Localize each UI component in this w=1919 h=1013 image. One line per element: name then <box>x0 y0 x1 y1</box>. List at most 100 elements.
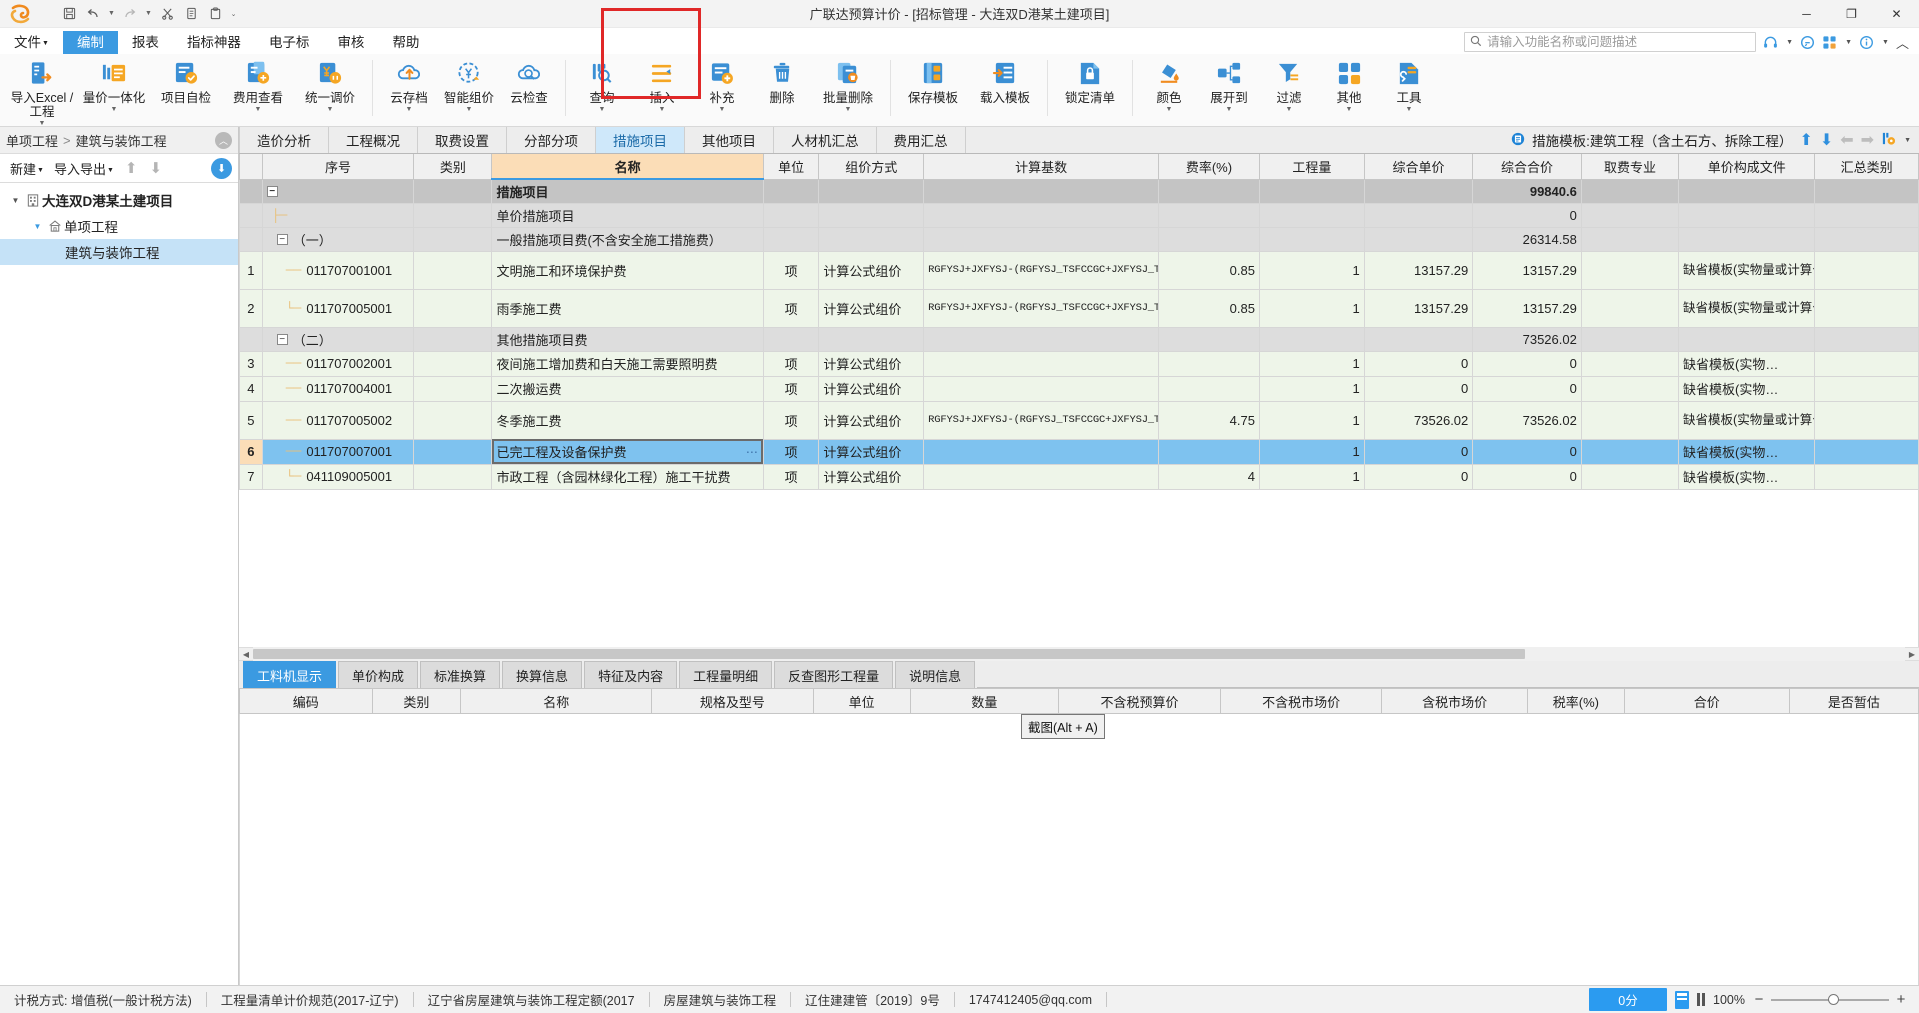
chevron-down-icon[interactable]: ▼ <box>8 196 23 205</box>
apps-icon[interactable] <box>1822 35 1837 50</box>
detail-tab-price-composition[interactable]: 单价构成 <box>338 661 419 688</box>
cell-price-file[interactable]: 缺省模板(实物… <box>1678 375 1816 402</box>
template-settings-icon[interactable] <box>1881 131 1896 149</box>
detail-col-name[interactable]: 名称 <box>460 688 653 714</box>
ribbon-load-template[interactable]: 载入模板 <box>969 54 1041 105</box>
template-move-right-icon[interactable]: ➡ <box>1861 130 1874 150</box>
cell-total-price[interactable]: 0 <box>1472 375 1582 402</box>
row-handle[interactable] <box>239 178 263 204</box>
cell-qty[interactable] <box>1258 326 1365 352</box>
cell-qty[interactable]: 1 <box>1258 463 1365 490</box>
cell-summary-cat[interactable] <box>1814 463 1919 490</box>
cell-unit[interactable]: 项 <box>762 288 820 328</box>
row-handle[interactable]: 5 <box>239 400 263 440</box>
row-handle[interactable] <box>239 226 263 252</box>
cell-price-method[interactable]: 计算公式组价 <box>818 288 925 328</box>
row-handle[interactable]: 6 <box>239 438 263 465</box>
cell-base[interactable]: RGFYSJ+JXFYSJ-(RGFYSJ_TSFCCGC+JXFYSJ_TSF… <box>923 400 1159 440</box>
chevron-down-icon[interactable]: ▼ <box>1406 106 1413 113</box>
zoom-slider-track[interactable] <box>1771 993 1889 1005</box>
cell-base[interactable]: RGFYSJ+JXFYSJ-(RGFYSJ_TSFCCGC+JXFYSJ_TSF… <box>923 250 1159 290</box>
detail-col-code[interactable]: 编码 <box>239 688 373 714</box>
pause-icon[interactable] <box>1697 993 1706 1006</box>
cell-price-method[interactable] <box>818 178 925 204</box>
cell-name[interactable]: 夜间施工增加费和白天施工需要照明费 <box>491 350 764 377</box>
row-handle[interactable]: 2 <box>239 288 263 328</box>
cell-rate[interactable]: 4.75 <box>1157 400 1260 440</box>
chevron-down-icon[interactable]: ▼ <box>719 106 726 113</box>
cell-summary-cat[interactable] <box>1814 250 1919 290</box>
ribbon-save-template[interactable]: 保存模板 <box>897 54 969 105</box>
cell-name[interactable]: 措施项目 <box>491 178 764 204</box>
cell-category[interactable] <box>413 326 493 352</box>
cell-category[interactable] <box>413 463 493 490</box>
cell-base[interactable] <box>923 375 1159 402</box>
row-handle[interactable] <box>239 326 263 352</box>
cell-unit[interactable]: 项 <box>762 350 820 377</box>
cell-fee-major[interactable] <box>1580 250 1680 290</box>
ribbon-query[interactable]: 查询 ▼ <box>572 54 632 113</box>
detail-tab-conversion-info[interactable]: 换算信息 <box>502 661 583 688</box>
chevron-down-icon[interactable]: ▼ <box>466 106 473 113</box>
chevron-down-icon[interactable]: ▼ <box>406 106 413 113</box>
ribbon-cloud-check[interactable]: 云检查 <box>499 54 559 105</box>
ribbon-batch-delete[interactable]: 批量删除 ▼ <box>812 54 884 113</box>
col-header-rate[interactable]: 费率(%) <box>1157 154 1260 180</box>
col-header-unit-price[interactable]: 综合单价 <box>1363 154 1474 180</box>
qat-more-icon[interactable]: ⌄ <box>228 3 239 25</box>
cell-fee-major[interactable] <box>1580 202 1680 228</box>
cell-seq[interactable]: ── 011707005002 <box>261 400 415 440</box>
cell-total-price[interactable]: 0 <box>1472 202 1582 228</box>
zoom-slider-knob[interactable] <box>1827 993 1839 1005</box>
cell-base[interactable] <box>923 350 1159 377</box>
cell-qty[interactable]: 1 <box>1258 350 1365 377</box>
cell-fee-major[interactable] <box>1580 375 1680 402</box>
cell-category[interactable] <box>413 438 493 465</box>
row-handle[interactable]: 1 <box>239 250 263 290</box>
cell-unit[interactable]: 项 <box>762 400 820 440</box>
cell-seq[interactable]: ── 011707007001 <box>261 438 415 465</box>
menu-item-help[interactable]: 帮助 <box>378 31 433 54</box>
detail-col-total[interactable]: 合价 <box>1623 688 1790 714</box>
cell-price-method[interactable]: 计算公式组价 <box>818 463 925 490</box>
cell-unit[interactable]: 项 <box>762 250 820 290</box>
info-icon[interactable] <box>1859 35 1874 50</box>
save-icon[interactable] <box>58 3 80 25</box>
cell-seq[interactable]: ── 011707001001 <box>261 250 415 290</box>
cell-qty[interactable] <box>1258 178 1365 204</box>
ribbon-smart-pricing[interactable]: 智能组价 ▼ <box>439 54 499 113</box>
tab-fee-summary[interactable]: 费用汇总 <box>876 127 966 153</box>
tab-cost-analysis[interactable]: 造价分析 <box>239 127 329 153</box>
cell-name[interactable]: 文明施工和环境保护费 <box>491 250 764 290</box>
cell-seq[interactable]: ── 011707002001 <box>261 350 415 377</box>
copy-icon[interactable] <box>180 3 202 25</box>
cell-category[interactable] <box>413 226 493 252</box>
cell-base[interactable] <box>923 226 1159 252</box>
cell-category[interactable] <box>413 375 493 402</box>
cell-qty[interactable]: 1 <box>1258 400 1365 440</box>
row-handle[interactable]: 7 <box>239 463 263 490</box>
menu-item-ebid[interactable]: 电子标 <box>255 31 324 54</box>
row-handle[interactable] <box>239 202 263 228</box>
zoom-in-button[interactable]: + <box>1895 991 1907 1008</box>
table-row-selected[interactable]: 6 ── 011707007001 已完工程及设备保护费 ⋯ 项 计算公式组价 … <box>239 438 1919 465</box>
cell-total-price[interactable]: 13157.29 <box>1472 250 1582 290</box>
row-handle[interactable]: 4 <box>239 375 263 402</box>
maximize-button[interactable]: ❐ <box>1829 0 1874 28</box>
cell-fee-major[interactable] <box>1580 226 1680 252</box>
template-move-left-icon[interactable]: ⬅ <box>1840 130 1853 150</box>
cell-category[interactable] <box>413 400 493 440</box>
ribbon-supplement[interactable]: 补充 ▼ <box>692 54 752 113</box>
cut-icon[interactable] <box>156 3 178 25</box>
cell-total-price[interactable]: 0 <box>1472 438 1582 465</box>
row-handle[interactable]: 3 <box>239 350 263 377</box>
cell-unit[interactable] <box>762 226 820 252</box>
chevron-down-icon[interactable]: ▼ <box>1166 106 1173 113</box>
new-button[interactable]: 新建▼ <box>6 157 48 180</box>
cell-name[interactable]: 其他措施项目费 <box>491 326 764 352</box>
cell-unit[interactable]: 项 <box>762 438 820 465</box>
cell-qty[interactable] <box>1258 202 1365 228</box>
cell-unit[interactable]: 项 <box>762 463 820 490</box>
cell-price-file[interactable]: 缺省模板(实物… <box>1678 438 1816 465</box>
cell-category[interactable] <box>413 288 493 328</box>
